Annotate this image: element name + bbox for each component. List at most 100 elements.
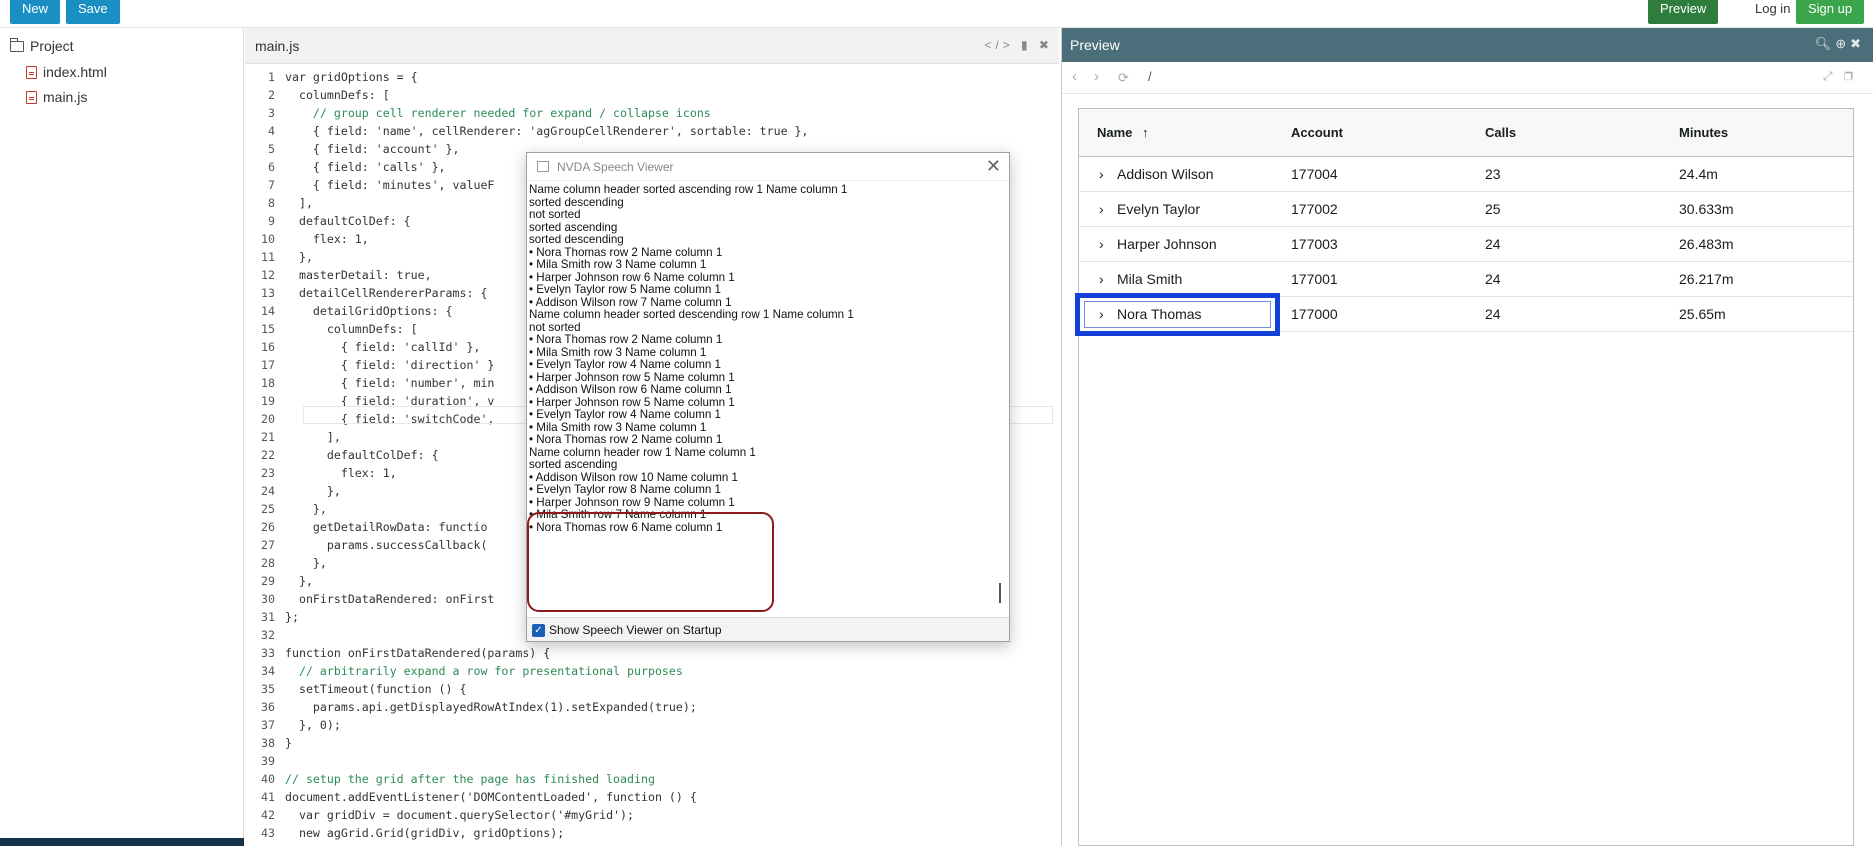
cell-calls[interactable]: 24: [1485, 262, 1501, 297]
code-line: 38}: [245, 734, 1059, 752]
grid-row[interactable]: › Evelyn Taylor 177002 25 30.633m: [1079, 192, 1853, 227]
line-number: 13: [261, 286, 275, 300]
line-number: 10: [261, 232, 275, 246]
forward-icon[interactable]: ›: [1094, 68, 1099, 85]
cell-account[interactable]: 177002: [1291, 192, 1338, 227]
preview-nav-bar: ‹ › ⟳ / ⤢ ❐: [1062, 62, 1873, 94]
code-text: params.successCallback(: [285, 538, 488, 552]
grid-row[interactable]: › Mila Smith 177001 24 26.217m: [1079, 262, 1853, 297]
code-text: defaultColDef: {: [285, 214, 411, 228]
code-text: { field: 'calls' },: [285, 160, 446, 174]
chevron-right-icon[interactable]: ›: [1099, 227, 1104, 262]
column-header-minutes[interactable]: Minutes: [1679, 109, 1728, 157]
line-number: 40: [261, 772, 275, 786]
code-text: defaultColDef: {: [285, 448, 439, 462]
code-text: }: [285, 736, 292, 750]
column-header-calls[interactable]: Calls: [1485, 109, 1516, 157]
signup-button[interactable]: Sign up: [1796, 0, 1865, 24]
editor-tool-icons[interactable]: </> ▮ ✖: [984, 38, 1053, 52]
line-number: 29: [261, 574, 275, 588]
cell-minutes[interactable]: 26.483m: [1679, 227, 1733, 262]
cell-calls[interactable]: 24: [1485, 297, 1501, 332]
cell-minutes[interactable]: 25.65m: [1679, 297, 1726, 332]
code-line: 37 }, 0);: [245, 716, 1059, 734]
save-button[interactable]: Save: [66, 0, 120, 24]
nvda-title: NVDA Speech Viewer: [557, 160, 674, 174]
cell-calls[interactable]: 25: [1485, 192, 1501, 227]
preview-panel: Preview 🔍︎⊕✖ ‹ › ⟳ / ⤢ ❐ Name ↑ Account …: [1061, 28, 1873, 846]
line-number: 23: [261, 466, 275, 480]
scrollbar-thumb[interactable]: [999, 583, 1001, 603]
expand-window-icons[interactable]: ⤢ ❐: [1823, 69, 1857, 84]
cell-account[interactable]: 177004: [1291, 157, 1338, 192]
cell-minutes[interactable]: 24.4m: [1679, 157, 1718, 192]
chevron-right-icon[interactable]: ›: [1099, 192, 1104, 227]
code-line: 35 setTimeout(function () {: [245, 680, 1059, 698]
new-button[interactable]: New: [10, 0, 61, 24]
line-number: 32: [261, 628, 275, 642]
cell-name[interactable]: Addison Wilson: [1117, 157, 1214, 192]
line-number: 37: [261, 718, 275, 732]
code-text: }, 0);: [285, 718, 341, 732]
focus-inner-outline: [1084, 301, 1271, 328]
nvda-title-bar[interactable]: NVDA Speech Viewer ✕: [527, 153, 1009, 181]
cell-account[interactable]: 177000: [1291, 297, 1338, 332]
code-text: ],: [285, 430, 341, 444]
editor-header: main.js </> ▮ ✖: [245, 28, 1059, 64]
line-number: 4: [268, 124, 275, 138]
cell-account[interactable]: 177001: [1291, 262, 1338, 297]
file-item-index-html[interactable]: index.html: [26, 64, 107, 80]
code-text: masterDetail: true,: [285, 268, 432, 282]
cell-name[interactable]: Harper Johnson: [1117, 227, 1217, 262]
close-icon[interactable]: ✕: [986, 156, 1001, 177]
cell-name[interactable]: Evelyn Taylor: [1117, 192, 1200, 227]
code-text: columnDefs: [: [285, 88, 390, 102]
project-sidebar: Project index.html main.js: [0, 28, 244, 846]
line-number: 26: [261, 520, 275, 534]
preview-button[interactable]: Preview: [1648, 0, 1719, 24]
preview-url[interactable]: /: [1148, 69, 1152, 84]
data-grid: Name ↑ Account Calls Minutes › Addison Wi…: [1075, 108, 1854, 846]
code-text: { field: 'direction' }: [285, 358, 495, 372]
code-line: 4 { field: 'name', cellRenderer: 'agGrou…: [245, 122, 1059, 140]
file-item-main-js[interactable]: main.js: [26, 89, 87, 105]
cell-name[interactable]: Mila Smith: [1117, 262, 1182, 297]
code-text: detailCellRendererParams: {: [285, 286, 488, 300]
column-header-name[interactable]: Name ↑: [1097, 109, 1149, 157]
line-number: 27: [261, 538, 275, 552]
line-number: 8: [268, 196, 275, 210]
cell-account[interactable]: 177003: [1291, 227, 1338, 262]
chevron-right-icon[interactable]: ›: [1099, 262, 1104, 297]
code-line: 1 var gridOptions = {: [245, 68, 1059, 86]
cell-minutes[interactable]: 30.633m: [1679, 192, 1733, 227]
code-line: 42 var gridDiv = document.querySelector(…: [245, 806, 1059, 824]
preview-zoom-icons[interactable]: 🔍︎⊕✖: [1815, 36, 1865, 52]
line-number: 12: [261, 268, 275, 282]
startup-checkbox[interactable]: ✓: [532, 624, 545, 637]
back-icon[interactable]: ‹: [1072, 68, 1077, 85]
grid-row[interactable]: › Harper Johnson 177003 24 26.483m: [1079, 227, 1853, 262]
code-text: },: [285, 484, 341, 498]
line-number: 33: [261, 646, 275, 660]
line-number: 42: [261, 808, 275, 822]
cell-calls[interactable]: 23: [1485, 157, 1501, 192]
annotation-highlight: [527, 512, 774, 612]
line-number: 25: [261, 502, 275, 516]
startup-checkbox-label: Show Speech Viewer on Startup: [549, 623, 722, 637]
refresh-icon[interactable]: ⟳: [1118, 70, 1129, 86]
cell-calls[interactable]: 24: [1485, 227, 1501, 262]
line-number: 43: [261, 826, 275, 840]
grid-row[interactable]: › Nora Thomas 177000 24 25.65m: [1075, 293, 1853, 336]
chevron-right-icon[interactable]: ›: [1099, 157, 1104, 192]
project-root-label: Project: [30, 38, 74, 54]
code-text: };: [285, 610, 299, 624]
login-link[interactable]: Log in: [1743, 0, 1802, 24]
cell-minutes[interactable]: 26.217m: [1679, 262, 1733, 297]
grid-row[interactable]: › Addison Wilson 177004 23 24.4m: [1079, 157, 1853, 192]
column-header-account[interactable]: Account: [1291, 109, 1343, 157]
grid-header: Name ↑ Account Calls Minutes: [1079, 109, 1853, 157]
line-number: 20: [261, 412, 275, 426]
project-root[interactable]: Project: [10, 37, 74, 54]
code-line: 36 params.api.getDisplayedRowAtIndex(1).…: [245, 698, 1059, 716]
code-text: },: [285, 502, 327, 516]
